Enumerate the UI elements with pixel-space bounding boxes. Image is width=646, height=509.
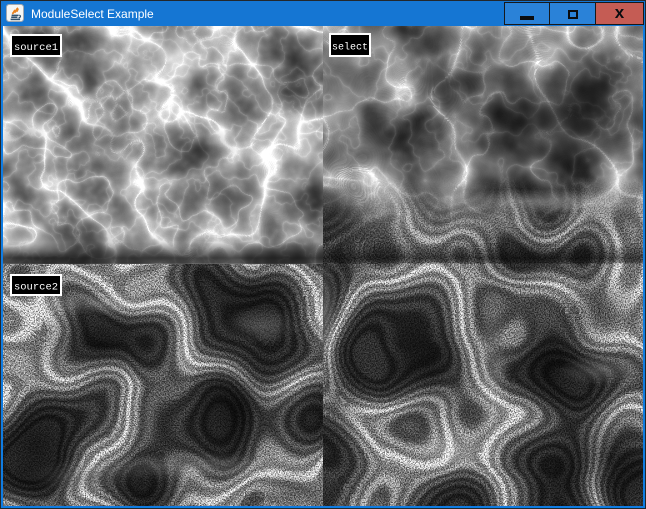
svg-text:select: select bbox=[332, 42, 368, 54]
svg-text:source2: source2 bbox=[14, 282, 58, 294]
svg-text:source1: source1 bbox=[14, 42, 58, 54]
